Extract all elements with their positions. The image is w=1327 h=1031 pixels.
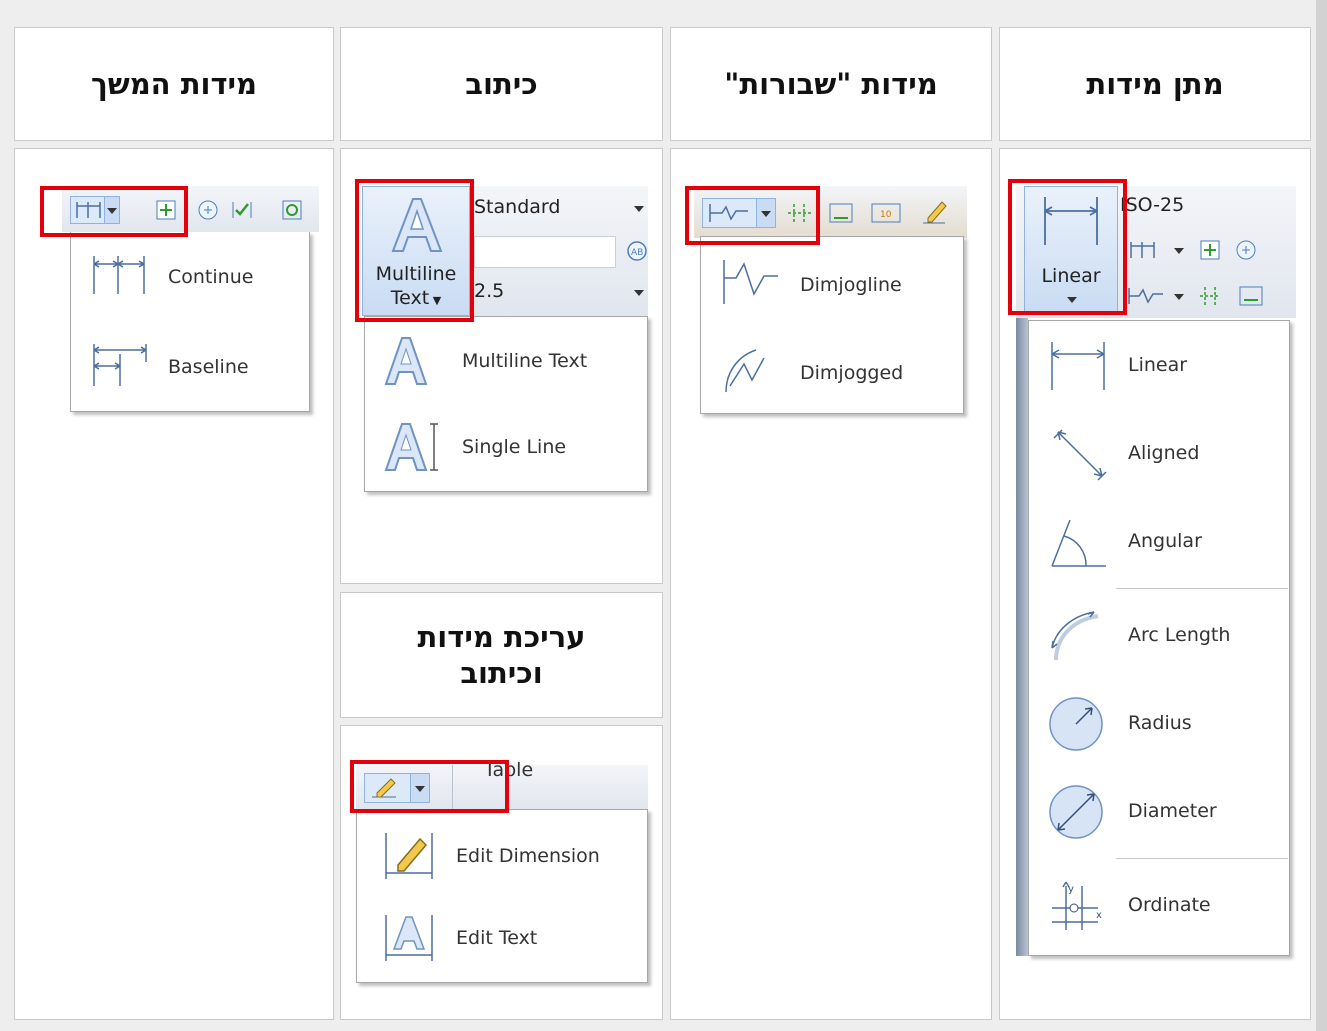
single-line-label: Single Line bbox=[462, 436, 567, 458]
ordinate-label: Ordinate bbox=[1128, 894, 1211, 916]
multiline-text-label: Multiline Text bbox=[462, 350, 588, 372]
multiline-text-menu-item[interactable]: Multiline Text bbox=[364, 326, 648, 396]
center-mark-icon[interactable] bbox=[196, 198, 220, 222]
aligned-menu-item[interactable]: Aligned bbox=[1028, 422, 1290, 486]
highlight-continue bbox=[40, 186, 188, 237]
radius-icon bbox=[1049, 697, 1103, 751]
linear-dim-icon bbox=[1051, 342, 1105, 390]
text-height-select[interactable]: 2.5 bbox=[470, 278, 648, 308]
tolerance-icon[interactable]: 10 bbox=[870, 200, 902, 226]
single-line-text-icon bbox=[384, 423, 438, 471]
continue-label: Continue bbox=[168, 266, 254, 288]
pencil-icon[interactable] bbox=[920, 198, 948, 226]
center-mini-icon[interactable] bbox=[1234, 238, 1258, 262]
dimjogline-menu-item[interactable]: Dimjogline bbox=[700, 248, 964, 318]
radius-menu-item[interactable]: Radius bbox=[1028, 692, 1290, 756]
find-text-icon[interactable]: AB bbox=[626, 240, 648, 262]
space-mini-icon[interactable] bbox=[1238, 284, 1264, 308]
header-jogged-title: מידות "שבורות" bbox=[724, 66, 938, 101]
baseline-dim-icon bbox=[93, 344, 147, 386]
header-continue-title: מידות המשך bbox=[90, 66, 258, 101]
header-cell-dimensions: מתן מידות bbox=[999, 27, 1311, 141]
dimjogged-label: Dimjogged bbox=[800, 362, 904, 384]
header-cell-continue: מידות המשך bbox=[14, 27, 334, 141]
menu-separator-1 bbox=[1116, 588, 1288, 589]
svg-text:y: y bbox=[1068, 884, 1074, 895]
menu-separator-2 bbox=[1116, 858, 1288, 859]
highlight-linear bbox=[1008, 179, 1127, 315]
svg-text:10: 10 bbox=[880, 210, 892, 220]
header-edit-title: עריכת מידות וכיתוב bbox=[417, 619, 586, 690]
header-cell-jogged: מידות "שבורות" bbox=[670, 27, 992, 141]
edit-dimension-label: Edit Dimension bbox=[456, 845, 600, 867]
edit-text-label: Edit Text bbox=[456, 927, 538, 949]
highlight-edit bbox=[350, 760, 509, 813]
adjust-space-icon[interactable] bbox=[828, 200, 854, 226]
inspect-icon[interactable] bbox=[230, 198, 254, 222]
jogline-mini-icon[interactable] bbox=[1126, 284, 1166, 308]
text-input-field[interactable] bbox=[474, 236, 616, 268]
break-mini-icon[interactable] bbox=[1198, 284, 1222, 308]
dimjogline-label: Dimjogline bbox=[800, 274, 902, 296]
arc-length-label: Arc Length bbox=[1128, 624, 1231, 646]
linear-menu-item[interactable]: Linear bbox=[1028, 334, 1290, 398]
dim-panel-sidebar bbox=[1016, 318, 1028, 956]
header-text-title: כיתוב bbox=[465, 66, 538, 101]
text-style-select[interactable]: Standard bbox=[470, 194, 648, 224]
angular-label: Angular bbox=[1128, 530, 1202, 552]
text-style-dropdown-icon[interactable] bbox=[634, 206, 644, 212]
baseline-label: Baseline bbox=[168, 356, 249, 378]
update-icon[interactable] bbox=[280, 198, 304, 222]
diameter-menu-item[interactable]: Diameter bbox=[1028, 780, 1290, 844]
ordinate-menu-item[interactable]: yx Ordinate bbox=[1028, 874, 1290, 938]
edit-text-menu-item[interactable]: Edit Text bbox=[356, 903, 648, 973]
angular-dim-icon bbox=[1051, 519, 1106, 567]
continue-mini-icon[interactable] bbox=[1128, 238, 1160, 262]
dim-style-value: ISO-25 bbox=[1120, 194, 1185, 216]
diameter-icon bbox=[1049, 785, 1103, 839]
baseline-menu-item[interactable]: Baseline bbox=[70, 336, 310, 396]
edit-dimension-menu-item[interactable]: Edit Dimension bbox=[356, 821, 648, 891]
text-style-value: Standard bbox=[474, 196, 561, 218]
highlight-multiline bbox=[355, 179, 474, 322]
linear-label: Linear bbox=[1128, 354, 1188, 376]
continue-dim-icon bbox=[93, 256, 145, 294]
aligned-label: Aligned bbox=[1128, 442, 1200, 464]
continue-menu-item[interactable]: Continue bbox=[70, 246, 310, 306]
header-cell-text: כיתוב bbox=[340, 27, 663, 141]
continue-mini-dropdown[interactable] bbox=[1174, 248, 1184, 254]
text-height-dropdown-icon[interactable] bbox=[634, 290, 644, 296]
radius-label: Radius bbox=[1128, 712, 1192, 734]
dimjogline-icon bbox=[723, 260, 778, 304]
single-line-menu-item[interactable]: Single Line bbox=[364, 412, 648, 482]
ordinate-icon: yx bbox=[1052, 881, 1102, 930]
dimjogged-icon bbox=[725, 349, 765, 393]
header-dimensions-title: מתן מידות bbox=[1086, 66, 1224, 101]
arc-length-menu-item[interactable]: Arc Length bbox=[1028, 604, 1290, 668]
angular-menu-item[interactable]: Angular bbox=[1028, 510, 1290, 574]
jogline-mini-dropdown[interactable] bbox=[1174, 294, 1184, 300]
svg-text:AB: AB bbox=[631, 248, 643, 258]
quick-mini-icon[interactable] bbox=[1198, 238, 1222, 262]
edit-text-icon bbox=[385, 915, 433, 961]
multiline-text-icon bbox=[384, 337, 428, 385]
dimjogged-menu-item[interactable]: Dimjogged bbox=[700, 336, 964, 406]
dim-style-select[interactable]: ISO-25 bbox=[1116, 192, 1296, 222]
header-cell-edit: עריכת מידות וכיתוב bbox=[340, 592, 663, 718]
edit-dimension-icon bbox=[385, 833, 433, 879]
text-height-value: 2.5 bbox=[474, 280, 505, 302]
svg-text:x: x bbox=[1096, 910, 1102, 921]
arc-length-icon bbox=[1051, 611, 1099, 661]
diameter-label: Diameter bbox=[1128, 800, 1217, 822]
aligned-dim-icon bbox=[1053, 429, 1107, 481]
right-edge-bar bbox=[1316, 0, 1327, 1031]
highlight-jogged bbox=[685, 186, 820, 245]
